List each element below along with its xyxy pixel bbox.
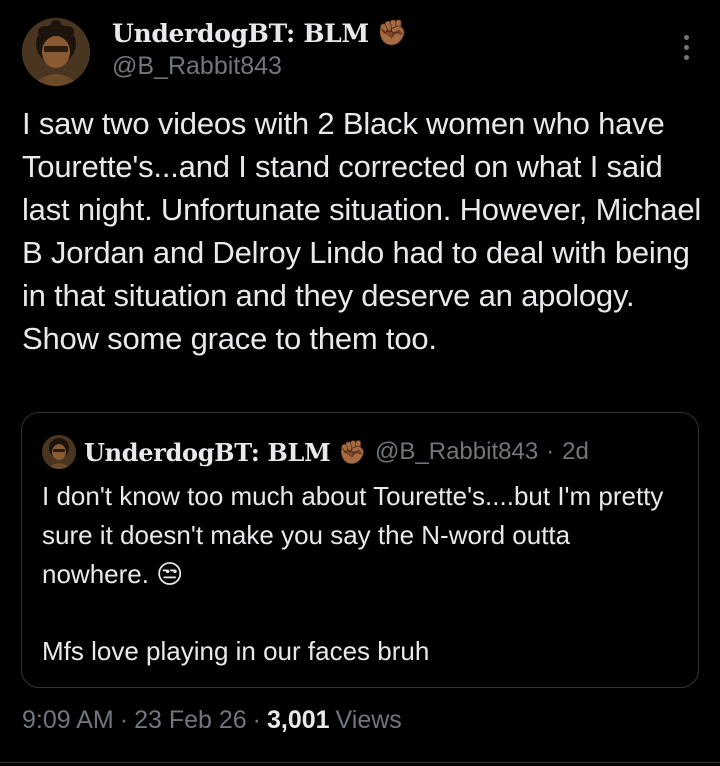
author-display-name[interactable]: UnderdogBT: BLM bbox=[112, 19, 369, 48]
divider bbox=[0, 762, 720, 763]
tweet-header: UnderdogBT: BLM ✊🏾 @B_Rabbit843 bbox=[22, 14, 700, 88]
views-count: 3,001 bbox=[266, 705, 330, 734]
author-avatar[interactable] bbox=[22, 18, 90, 86]
quoted-tweet-time: 2d bbox=[562, 438, 589, 465]
more-options-icon[interactable] bbox=[672, 32, 700, 62]
quoted-author-display-name: UnderdogBT: BLM bbox=[84, 437, 331, 467]
quoted-tweet-body: I don't know too much about Tourette's..… bbox=[42, 477, 682, 671]
author-handle[interactable]: @B_Rabbit843 bbox=[112, 52, 408, 81]
separator-dot: · bbox=[252, 705, 261, 734]
tweet-date[interactable]: 23 Feb 26 bbox=[134, 706, 247, 735]
quoted-author-avatar bbox=[42, 435, 76, 469]
quoted-tweet-paragraph: I don't know too much about Tourette's..… bbox=[42, 481, 664, 589]
tweet-body: I saw two videos with 2 Black women who … bbox=[22, 106, 702, 356]
tweet-time[interactable]: 9:09 AM bbox=[22, 706, 114, 735]
separator-dot: · bbox=[546, 438, 555, 465]
quoted-tweet-paragraph: Mfs love playing in our faces bruh bbox=[42, 636, 430, 666]
quoted-author-handle: @B_Rabbit843 bbox=[375, 438, 539, 465]
tweet-metadata: 9:09 AM · 23 Feb 26 · 3,001 Views bbox=[22, 702, 402, 738]
views-label: Views bbox=[335, 705, 402, 734]
raised-fist-icon: ✊🏾 bbox=[376, 18, 408, 47]
separator-dot: · bbox=[119, 705, 129, 734]
raised-fist-icon: ✊🏾 bbox=[338, 438, 368, 465]
quoted-tweet-card[interactable]: UnderdogBT: BLM ✊🏾 @B_Rabbit843 · 2d I d… bbox=[21, 412, 699, 688]
